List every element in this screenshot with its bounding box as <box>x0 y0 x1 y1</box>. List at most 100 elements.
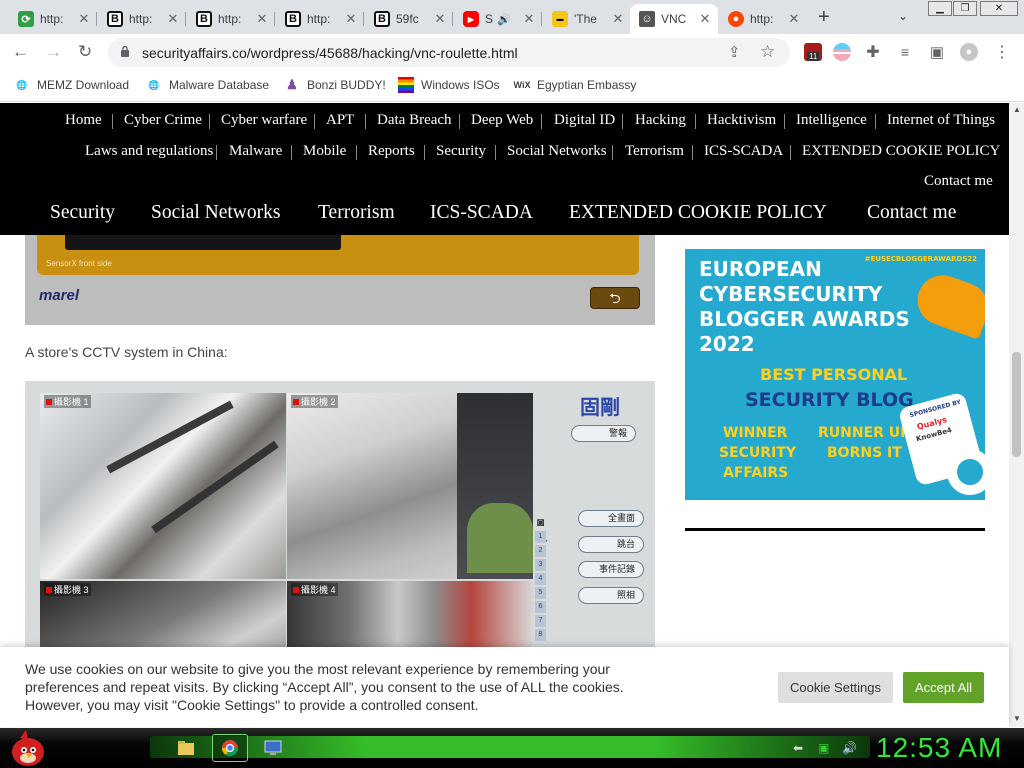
close-tab-icon[interactable]: ✕ <box>611 12 625 26</box>
close-window-icon[interactable]: ✕ <box>980 1 1018 16</box>
flag-extension-icon[interactable] <box>833 43 851 61</box>
minimize-icon[interactable]: ▁ <box>928 1 952 16</box>
tab-6[interactable]: ▶ S 🔊 ✕ <box>454 4 542 34</box>
restore-icon[interactable]: ❐ <box>953 1 977 16</box>
tab-8-active[interactable]: ☺ VNC ✕ <box>630 4 718 34</box>
cctv-switch-button: 跳台 <box>578 536 644 553</box>
ad-category-line: BEST PERSONAL <box>760 365 908 384</box>
forward-icon[interactable]: → <box>45 42 62 62</box>
bignav-security[interactable]: Security <box>50 202 115 224</box>
blogger-awards-banner[interactable]: #EUSECBLOGGERAWARDS22 EUROPEAN CYBERSECU… <box>685 249 985 500</box>
nav-malware[interactable]: Malware <box>229 143 282 160</box>
bookmark-memz[interactable]: 🌐 MEMZ Download <box>14 77 129 93</box>
menu-kebab-icon[interactable]: ⋮ <box>993 43 1011 61</box>
tab-9[interactable]: ● http: ✕ <box>719 4 807 34</box>
media-control-icon[interactable]: ≡ <box>896 43 914 61</box>
reload-icon[interactable]: ↻ <box>78 42 92 62</box>
chrome-taskbar-icon[interactable] <box>212 734 248 762</box>
close-tab-icon[interactable]: ✕ <box>787 12 801 26</box>
bignav-contact-me[interactable]: Contact me <box>867 202 956 224</box>
nav-deep-web[interactable]: Deep Web <box>471 112 533 129</box>
side-panel-icon[interactable]: ▣ <box>928 43 946 61</box>
file-explorer-icon[interactable] <box>168 734 204 762</box>
share-icon[interactable]: ⇪ <box>728 43 741 61</box>
bignav-cookie-policy[interactable]: EXTENDED COOKIE POLICY <box>569 202 827 224</box>
nav-social-networks[interactable]: Social Networks <box>507 143 607 160</box>
tab-1[interactable]: ⟳ http: ✕ <box>9 4 97 34</box>
scroll-down-icon[interactable]: ▼ <box>1013 714 1021 723</box>
nav-intelligence[interactable]: Intelligence <box>796 112 867 129</box>
bignav-social-networks[interactable]: Social Networks <box>151 202 280 224</box>
remote-desktop-icon[interactable] <box>256 734 292 762</box>
network-icon[interactable]: ▣ <box>818 741 829 755</box>
nav-terrorism[interactable]: Terrorism <box>625 143 684 160</box>
sensor-panel: SensorX front side <box>37 235 639 275</box>
bookmark-windows-isos[interactable]: Windows ISOs <box>398 77 500 93</box>
cookie-settings-button[interactable]: Cookie Settings <box>778 672 893 703</box>
tray-chevron-icon[interactable]: ⬅ <box>793 741 803 755</box>
nav-digital-id[interactable]: Digital ID <box>554 112 615 129</box>
scroll-up-icon[interactable]: ▲ <box>1013 105 1021 114</box>
close-tab-icon[interactable]: ✕ <box>698 12 712 26</box>
tab-2[interactable]: B http: ✕ <box>98 4 186 34</box>
tab-5[interactable]: B 59fc ✕ <box>365 4 453 34</box>
angry-bird-start-icon[interactable] <box>6 728 48 768</box>
page-scrollbar[interactable]: ▲ ▼ <box>1009 103 1024 727</box>
close-tab-icon[interactable]: ✕ <box>433 12 447 26</box>
nav-home[interactable]: Home <box>65 112 102 129</box>
tab-3[interactable]: B http: ✕ <box>187 4 275 34</box>
nav-security[interactable]: Security <box>436 143 486 160</box>
nav-contact-me[interactable]: Contact me <box>924 173 993 190</box>
tab-4[interactable]: B http: ✕ <box>276 4 364 34</box>
bookmark-egyptian-embassy[interactable]: WiX Egyptian Embassy <box>514 77 637 93</box>
extensions-puzzle-icon[interactable]: ✚ <box>864 43 882 61</box>
nav-cookie-policy[interactable]: EXTENDED COOKIE POLICY <box>802 143 1000 160</box>
lock-icon[interactable] <box>120 45 130 57</box>
back-icon[interactable]: ← <box>12 42 29 62</box>
bookmark-malware-db[interactable]: 🌐 Malware Database <box>146 77 269 93</box>
accept-all-button[interactable]: Accept All <box>903 672 984 703</box>
new-tab-icon[interactable]: + <box>818 7 830 27</box>
bookmark-star-icon[interactable]: ☆ <box>760 42 775 62</box>
megaphone-icon <box>910 268 985 340</box>
nav-apt[interactable]: APT <box>326 112 354 129</box>
nav-reports[interactable]: Reports <box>368 143 415 160</box>
ad-winner-line: AFFAIRS <box>723 465 789 481</box>
address-bar[interactable]: securityaffairs.co/wordpress/45688/hacki… <box>108 38 790 67</box>
bignav-ics-scada[interactable]: ICS-SCADA <box>430 202 533 224</box>
ublock-icon[interactable]: 11 <box>804 43 822 61</box>
nav-hacktivism[interactable]: Hacktivism <box>707 112 776 129</box>
close-tab-icon[interactable]: ✕ <box>166 12 180 26</box>
speaker-icon[interactable]: 🔊 <box>497 13 511 26</box>
close-tab-icon[interactable]: ✕ <box>255 12 269 26</box>
chevron-down-icon[interactable]: ⌄ <box>898 9 908 23</box>
bookmark-label: Egyptian Embassy <box>537 78 637 92</box>
scrollbar-thumb[interactable] <box>1012 352 1021 457</box>
nav-data-breach[interactable]: Data Breach <box>377 112 452 129</box>
close-tab-icon[interactable]: ✕ <box>77 12 91 26</box>
nav-ics-scada[interactable]: ICS-SCADA <box>704 143 783 160</box>
url-text[interactable]: securityaffairs.co/wordpress/45688/hacki… <box>142 45 518 61</box>
tab-7[interactable]: ▬ 'The ✕ <box>543 4 631 34</box>
profile-avatar-icon[interactable]: ● <box>960 43 978 61</box>
bookmark-label: MEMZ Download <box>37 78 130 92</box>
bookmark-bonzi[interactable]: ♟ Bonzi BUDDY! <box>284 77 386 93</box>
person-icon: ☺ <box>639 11 655 27</box>
bignav-terrorism[interactable]: Terrorism <box>318 202 395 224</box>
nav-cyber-crime[interactable]: Cyber Crime <box>124 112 202 129</box>
nav-cyber-warfare[interactable]: Cyber warfare <box>221 112 307 129</box>
nav-hacking[interactable]: Hacking <box>635 112 686 129</box>
nav-mobile[interactable]: Mobile <box>303 143 346 160</box>
sensor-device-image: SensorX front side marel ⮌ <box>25 235 655 325</box>
taskbar-clock[interactable]: 12:53 AM <box>876 732 1002 764</box>
browser-toolbar: ← → ↻ securityaffairs.co/wordpress/45688… <box>0 34 1024 70</box>
nav-iot[interactable]: Internet of Things <box>887 112 995 129</box>
close-tab-icon[interactable]: ✕ <box>522 12 536 26</box>
b-icon: B <box>374 11 390 27</box>
bookmark-label: Bonzi BUDDY! <box>307 78 386 92</box>
close-tab-icon[interactable]: ✕ <box>344 12 358 26</box>
volume-icon[interactable]: 🔊 <box>842 741 857 755</box>
b-icon: B <box>107 11 123 27</box>
channel-number: 6 <box>535 601 546 613</box>
nav-laws[interactable]: Laws and regulations <box>85 143 213 160</box>
